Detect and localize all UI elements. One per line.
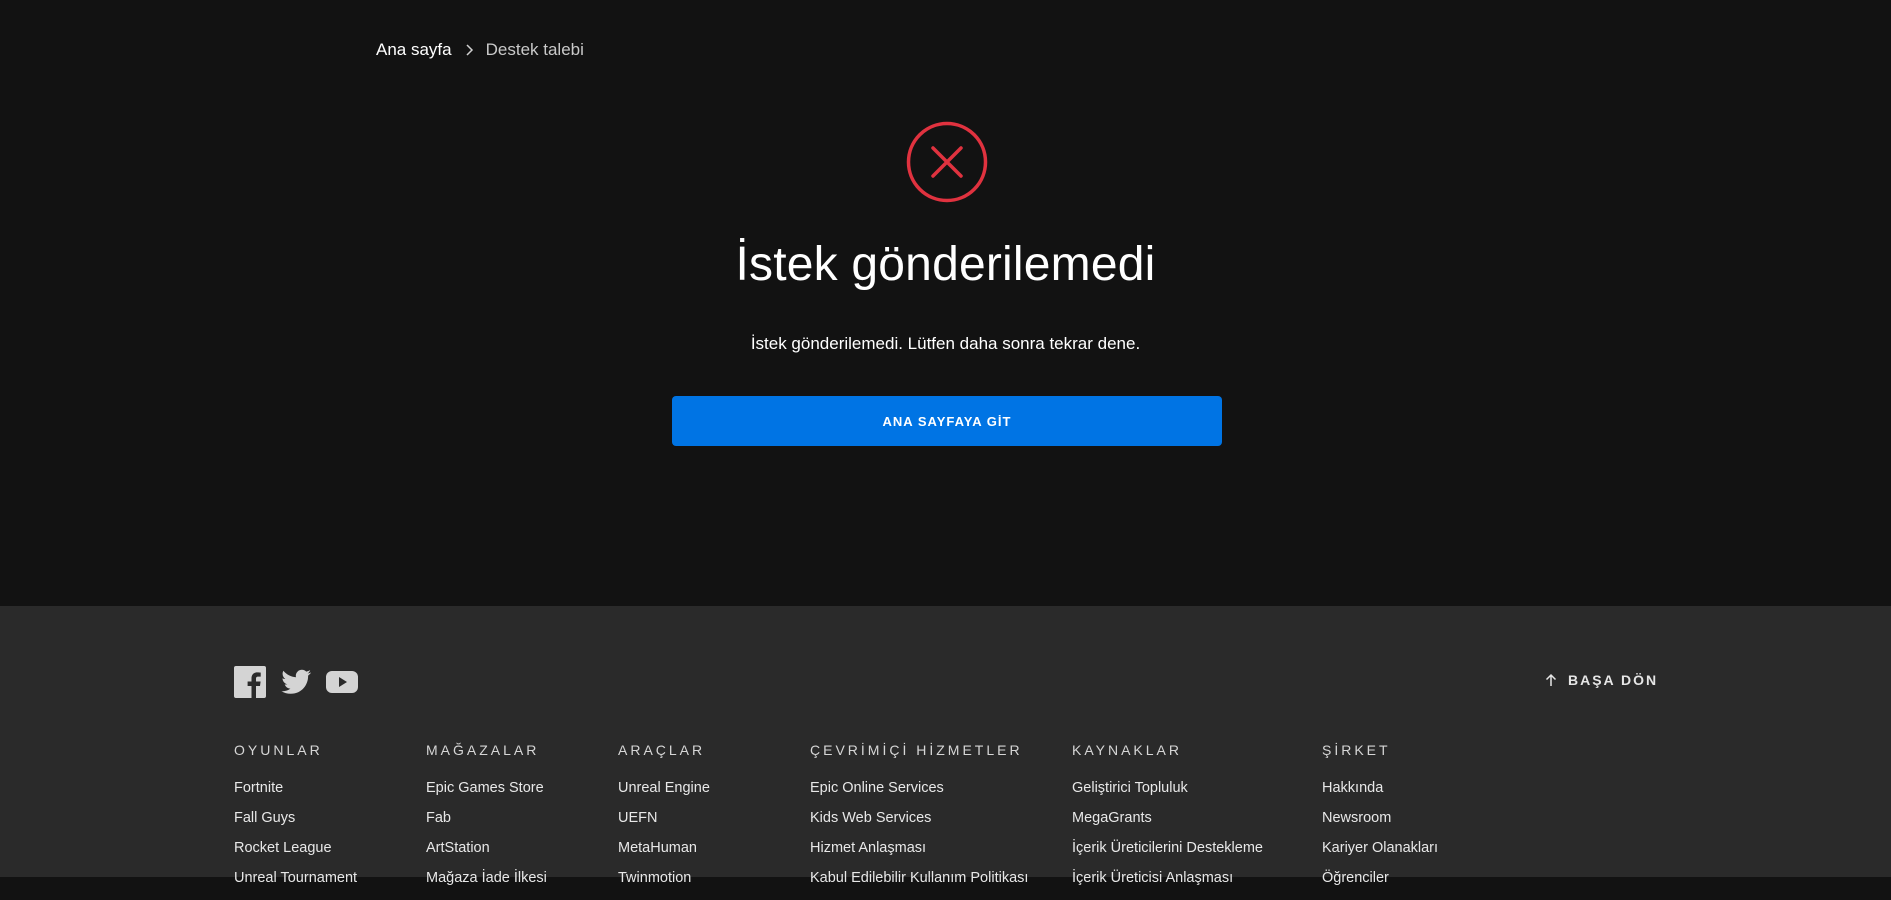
footer-column-online-services: ÇEVRİMİÇİ HİZMETLER Epic Online Services…: [810, 742, 1028, 900]
footer-link[interactable]: Kariyer Olanakları: [1322, 840, 1438, 856]
back-to-top-label: BAŞA DÖN: [1568, 672, 1659, 688]
footer-column-tools: ARAÇLAR Unreal Engine UEFN MetaHuman Twi…: [618, 742, 710, 900]
footer-link[interactable]: Kids Web Services: [810, 810, 931, 826]
footer-link[interactable]: Newsroom: [1322, 810, 1391, 826]
arrow-up-icon: [1545, 673, 1557, 686]
footer-link[interactable]: İçerik Üreticisi Anlaşması: [1072, 870, 1233, 886]
footer-link[interactable]: Unreal Engine: [618, 780, 710, 796]
footer-link[interactable]: Mağaza İade İlkesi: [426, 870, 547, 886]
main-content: Ana sayfa Destek talebi İstek gönderilem…: [0, 0, 1891, 606]
footer-column-title: MAĞAZALAR: [426, 742, 540, 758]
footer-link[interactable]: MetaHuman: [618, 840, 697, 856]
x-circle-icon: [906, 121, 988, 203]
footer-link[interactable]: Öğrenciler: [1322, 870, 1389, 886]
footer-link[interactable]: Rocket League: [234, 840, 332, 856]
breadcrumb-current: Destek talebi: [485, 40, 584, 59]
footer-column-title: KAYNAKLAR: [1072, 742, 1182, 758]
footer-link[interactable]: Hizmet Anlaşması: [810, 840, 926, 856]
footer-link[interactable]: Fab: [426, 810, 451, 826]
breadcrumb: Ana sayfa Destek talebi: [376, 40, 584, 60]
chevron-right-icon: [462, 43, 476, 57]
footer-link[interactable]: Kabul Edilebilir Kullanım Politikası: [810, 870, 1028, 886]
footer-link[interactable]: Twinmotion: [618, 870, 691, 886]
footer-link[interactable]: Fortnite: [234, 780, 283, 796]
footer-link[interactable]: Geliştirici Topluluk: [1072, 780, 1188, 796]
youtube-icon[interactable]: [326, 666, 358, 698]
footer-column-stores: MAĞAZALAR Epic Games Store Fab ArtStatio…: [426, 742, 547, 900]
footer-column-title: ARAÇLAR: [618, 742, 706, 758]
footer-column-games: OYUNLAR Fortnite Fall Guys Rocket League…: [234, 742, 357, 900]
footer-link[interactable]: MegaGrants: [1072, 810, 1152, 826]
footer-link[interactable]: UEFN: [618, 810, 657, 826]
footer-link[interactable]: ArtStation: [426, 840, 490, 856]
back-to-top-button[interactable]: BAŞA DÖN: [1544, 672, 1658, 688]
breadcrumb-home-link[interactable]: Ana sayfa: [376, 40, 452, 60]
error-message: İstek gönderilemedi. Lütfen daha sonra t…: [750, 334, 1141, 353]
footer: BAŞA DÖN OYUNLAR Fortnite Fall Guys Rock…: [0, 606, 1891, 886]
social-links: [234, 666, 358, 698]
footer-column-title: ÇEVRİMİÇİ HİZMETLER: [810, 742, 1023, 758]
footer-column-title: ŞİRKET: [1322, 742, 1391, 758]
footer-link[interactable]: İçerik Üreticilerini Destekleme: [1072, 840, 1263, 856]
footer-link[interactable]: Epic Games Store: [426, 780, 544, 796]
page-title: İstek gönderilemedi: [735, 238, 1156, 291]
footer-link[interactable]: Unreal Tournament: [234, 870, 357, 886]
footer-link[interactable]: Epic Online Services: [810, 780, 944, 796]
footer-column-resources: KAYNAKLAR Geliştirici Topluluk MegaGrant…: [1072, 742, 1263, 900]
footer-column-title: OYUNLAR: [234, 742, 323, 758]
footer-link[interactable]: Fall Guys: [234, 810, 295, 826]
facebook-icon[interactable]: [234, 666, 266, 698]
twitter-icon[interactable]: [280, 666, 312, 698]
footer-column-company: ŞİRKET Hakkında Newsroom Kariyer Olanakl…: [1322, 742, 1438, 900]
footer-link[interactable]: Hakkında: [1322, 780, 1383, 796]
go-home-button[interactable]: ANA SAYFAYA GİT: [672, 396, 1222, 446]
